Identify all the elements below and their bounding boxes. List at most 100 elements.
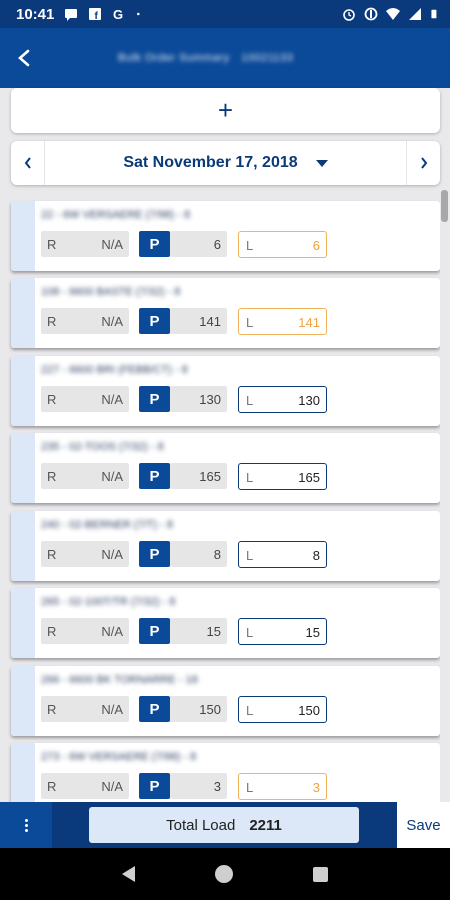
r-label: R (47, 469, 57, 484)
system-recents-icon[interactable] (313, 866, 328, 882)
dropdown-caret-icon (315, 159, 328, 167)
p-value: 8 (170, 541, 227, 567)
page-title: Bulk Order Summary 10021133 (118, 52, 293, 64)
r-field: R N/A (41, 696, 129, 722)
r-value: N/A (101, 469, 123, 484)
list-item[interactable]: 266 - 6600 BK TORNARRE - 18 R N/A P 150 … (11, 666, 440, 736)
more-vert-icon (24, 818, 28, 832)
chevron-left-icon (24, 157, 31, 169)
p-value: 6 (170, 231, 227, 257)
r-field: R N/A (41, 308, 129, 334)
p-label: P (139, 386, 170, 412)
bottom-bar: Total Load 2211 Save (0, 802, 450, 848)
item-name: 266 - 6600 BK TORNARRE - 18 (41, 674, 198, 686)
r-field: R N/A (41, 231, 129, 257)
r-label: R (47, 547, 57, 562)
svg-text:G: G (113, 7, 123, 21)
r-value: N/A (101, 702, 123, 717)
l-value: 6 (312, 238, 320, 253)
page-title-text: Bulk Order Summary (118, 52, 230, 64)
l-value: 150 (298, 703, 320, 718)
r-value: N/A (101, 624, 123, 639)
l-input[interactable]: L 141 (238, 308, 327, 335)
item-list[interactable]: 22 - 6W VERSAERE (7/98) - 8 R N/A P 6 L … (0, 196, 440, 802)
item-accent-bar (11, 356, 35, 426)
r-value: N/A (101, 392, 123, 407)
list-item[interactable]: 108 - 6600 BASTE (7/32) - 8 R N/A P 141 … (11, 278, 440, 348)
app-bar: Bulk Order Summary 10021133 (0, 28, 450, 88)
list-item[interactable]: 240 - 02-BERNER (7/T) - 8 R N/A P 8 L 8 (11, 511, 440, 581)
item-name: 273 - 6W VERSAERE (7/98) - 8 (41, 751, 197, 763)
l-label: L (246, 780, 254, 795)
back-button[interactable] (0, 28, 48, 88)
r-value: N/A (101, 779, 123, 794)
item-name: 22 - 6W VERSAERE (7/98) - 8 (41, 209, 191, 221)
p-label: P (139, 773, 170, 799)
save-button[interactable]: Save (397, 802, 450, 848)
message-icon (65, 9, 78, 21)
p-value: 130 (170, 386, 227, 412)
r-label: R (47, 392, 57, 407)
r-value: N/A (101, 547, 123, 562)
l-label: L (246, 238, 254, 253)
system-back-icon[interactable] (122, 866, 135, 882)
l-input[interactable]: L 150 (238, 696, 327, 723)
l-label: L (246, 625, 254, 640)
previous-date-button[interactable] (11, 141, 45, 185)
r-field: R N/A (41, 541, 129, 567)
plus-icon: + (217, 95, 234, 125)
signal-icon (409, 8, 421, 20)
list-item[interactable]: 227 - 6600 BRI (FEBB/CT) - 8 R N/A P 130… (11, 356, 440, 426)
p-value: 141 (170, 308, 227, 334)
item-accent-bar (11, 511, 35, 581)
date-selector[interactable]: Sat November 17, 2018 (45, 154, 406, 172)
l-label: L (246, 315, 254, 330)
list-item[interactable]: 235 - 02-TOOS (7/32) - 8 R N/A P 165 L 1… (11, 433, 440, 503)
total-load-label: Total Load (166, 816, 236, 834)
p-label: P (139, 231, 170, 257)
r-label: R (47, 779, 57, 794)
item-accent-bar (11, 666, 35, 736)
l-input[interactable]: L 165 (238, 463, 327, 490)
item-name: 235 - 02-TOOS (7/32) - 8 (41, 441, 164, 453)
item-accent-bar (11, 588, 35, 658)
l-value: 141 (298, 315, 320, 330)
r-label: R (47, 702, 57, 717)
item-accent-bar (11, 433, 35, 503)
list-item[interactable]: 273 - 6W VERSAERE (7/98) - 8 R N/A P 3 L… (11, 743, 440, 802)
l-value: 15 (305, 625, 320, 640)
more-menu-button[interactable] (0, 802, 52, 848)
l-input[interactable]: L 3 (238, 773, 327, 800)
l-input[interactable]: L 130 (238, 386, 327, 413)
page-subtitle: 10021133 (241, 52, 294, 64)
list-item[interactable]: 265 - 02-100T/TR (7/32) - 8 R N/A P 15 L… (11, 588, 440, 658)
list-item[interactable]: 22 - 6W VERSAERE (7/98) - 8 R N/A P 6 L … (11, 201, 440, 271)
l-input[interactable]: L 6 (238, 231, 327, 258)
r-field: R N/A (41, 463, 129, 489)
selected-date: Sat November 17, 2018 (123, 154, 298, 171)
item-name: 265 - 02-100T/TR (7/32) - 8 (41, 596, 176, 608)
next-date-button[interactable] (406, 141, 440, 185)
p-value: 150 (170, 696, 227, 722)
battery-icon (431, 9, 437, 19)
l-label: L (246, 548, 254, 563)
arrow-left-icon (18, 49, 30, 67)
l-label: L (246, 470, 254, 485)
scrollbar-thumb[interactable] (441, 190, 448, 222)
status-bar: 10:41 f G (0, 0, 450, 28)
p-label: P (139, 308, 170, 334)
item-name: 240 - 02-BERNER (7/T) - 8 (41, 519, 174, 531)
l-input[interactable]: L 15 (238, 618, 327, 645)
item-accent-bar (11, 743, 35, 802)
l-label: L (246, 703, 254, 718)
add-item-button[interactable]: + (11, 88, 440, 133)
dot-icon (137, 12, 140, 16)
p-value: 15 (170, 618, 227, 644)
system-home-icon[interactable] (215, 865, 233, 883)
l-input[interactable]: L 8 (238, 541, 327, 568)
p-value: 165 (170, 463, 227, 489)
p-label: P (139, 541, 170, 567)
chevron-right-icon (420, 157, 427, 169)
wifi-icon (386, 8, 400, 20)
r-label: R (47, 237, 57, 252)
